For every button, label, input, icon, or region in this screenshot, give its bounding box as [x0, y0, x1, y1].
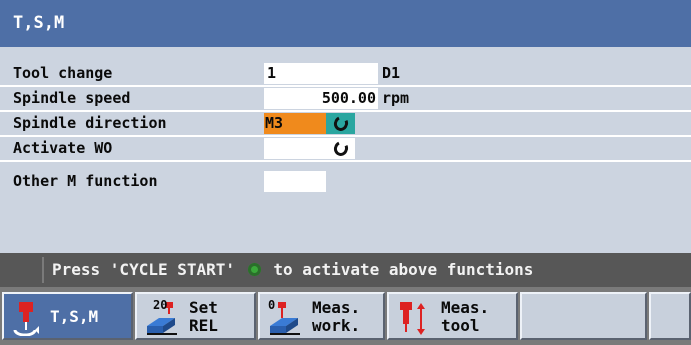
rotation-icon [331, 139, 350, 158]
status-message: Press 'CYCLE START' to activate above fu… [52, 253, 533, 287]
spindle-speed-unit: rpm [382, 89, 410, 107]
spindle-speed-row: Spindle speed 500.00 rpm [0, 87, 691, 112]
measure-tool-icon [400, 302, 425, 335]
other-m-function-row: Other M function [0, 162, 691, 202]
meas-work-badge: 0 [268, 298, 276, 312]
spindle-direction-label: Spindle direction [13, 114, 167, 132]
activate-wo-toggle[interactable] [326, 138, 355, 159]
softkey-set-rel[interactable]: 20 Set REL [135, 292, 256, 340]
softkey-meas-tool-text: Meas. tool [441, 299, 489, 335]
rotation-icon [331, 114, 350, 133]
tool-change-row: Tool change 1 D1 [0, 62, 691, 87]
softkey-tsm[interactable]: T,S,M [2, 292, 133, 340]
softkey-meas-tool-line2: tool [441, 316, 480, 335]
softkey-meas-tool[interactable]: Meas. tool [387, 292, 518, 340]
softkey-tsm-label: T,S,M [50, 307, 99, 326]
other-m-function-field[interactable] [264, 171, 326, 192]
activate-wo-row: Activate WO [0, 137, 691, 162]
softkey-meas-work[interactable]: 0 Meas. work. [258, 292, 385, 340]
set-rel-badge: 20 [153, 298, 168, 312]
status-bar: Press 'CYCLE START' to activate above fu… [0, 253, 691, 287]
activate-wo-label: Activate WO [13, 139, 113, 157]
softkey-set-rel-line2: REL [189, 316, 218, 335]
status-separator [42, 257, 44, 283]
softkey-set-rel-text: Set REL [189, 299, 218, 335]
spindle-speed-label: Spindle speed [13, 89, 131, 107]
softkey-empty-6[interactable] [649, 292, 691, 340]
softkey-bar: T,S,M 20 Set REL 0 Meas. work. Meas. too… [0, 287, 691, 345]
status-message-start: Press 'CYCLE START' [52, 260, 236, 279]
other-m-function-label: Other M function [13, 172, 158, 190]
window-title: T,S,M [0, 0, 691, 47]
activate-wo-field[interactable] [264, 138, 326, 159]
spindle-direction-field[interactable]: M3 [264, 113, 326, 134]
tool-change-label: Tool change [13, 64, 113, 82]
spindle-direction-toggle[interactable] [326, 113, 355, 134]
tool-change-field[interactable]: 1 [264, 63, 378, 84]
softkey-empty-5[interactable] [520, 292, 647, 340]
tool-change-d-number: D1 [382, 64, 401, 82]
softkey-meas-work-text: Meas. work. [312, 299, 360, 335]
tool-spindle-icon [13, 302, 39, 336]
cycle-start-icon [247, 263, 261, 276]
softkey-meas-tool-line1: Meas. [441, 298, 490, 317]
softkey-set-rel-line1: Set [189, 298, 218, 317]
spindle-direction-row: Spindle direction M3 [0, 112, 691, 137]
softkey-meas-work-line2: work. [312, 316, 361, 335]
status-message-end: to activate above functions [273, 260, 534, 279]
spindle-speed-field[interactable]: 500.00 [264, 88, 378, 109]
softkey-meas-work-line1: Meas. [312, 298, 361, 317]
